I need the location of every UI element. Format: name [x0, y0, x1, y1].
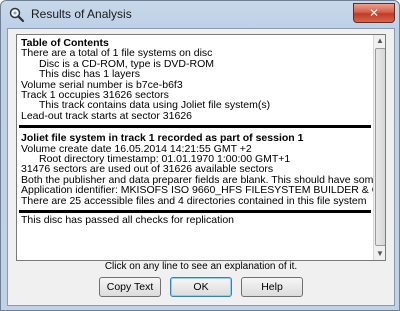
- scroll-thumb[interactable]: [375, 48, 385, 246]
- scroll-down-icon[interactable]: ▼: [374, 248, 385, 260]
- section-divider: [19, 125, 371, 129]
- toc-line[interactable]: Lead-out track starts at sector 31626: [17, 110, 373, 121]
- ok-button[interactable]: OK: [170, 277, 232, 297]
- toc-section: Table of Contents There are a total of 1…: [17, 35, 373, 122]
- vertical-scrollbar[interactable]: ▲ ▼: [373, 35, 385, 260]
- window-title: Results of Analysis: [31, 7, 132, 21]
- copy-text-button[interactable]: Copy Text: [99, 277, 161, 297]
- hint-text: Click on any line to see an explanation …: [104, 261, 298, 272]
- joliet-line[interactable]: There are 25 accessible files and 4 dire…: [17, 195, 373, 206]
- title-bar[interactable]: Results of Analysis ✕: [1, 1, 399, 29]
- magnifier-disc-icon: [9, 7, 25, 23]
- section-divider: [19, 210, 371, 214]
- close-icon: ✕: [368, 6, 380, 20]
- close-button[interactable]: ✕: [353, 3, 395, 23]
- report-text-area[interactable]: Table of Contents There are a total of 1…: [17, 35, 373, 260]
- help-button[interactable]: Help: [241, 277, 303, 297]
- final-result-line[interactable]: This disc has passed all checks for repl…: [17, 215, 373, 226]
- report-panel: Table of Contents There are a total of 1…: [16, 34, 386, 261]
- scroll-up-icon[interactable]: ▲: [374, 35, 385, 47]
- joliet-section: Joliet file system in track 1 recorded a…: [17, 133, 373, 206]
- dialog-client-area: Table of Contents There are a total of 1…: [7, 28, 395, 306]
- results-window: Results of Analysis ✕ Table of Contents …: [0, 0, 400, 311]
